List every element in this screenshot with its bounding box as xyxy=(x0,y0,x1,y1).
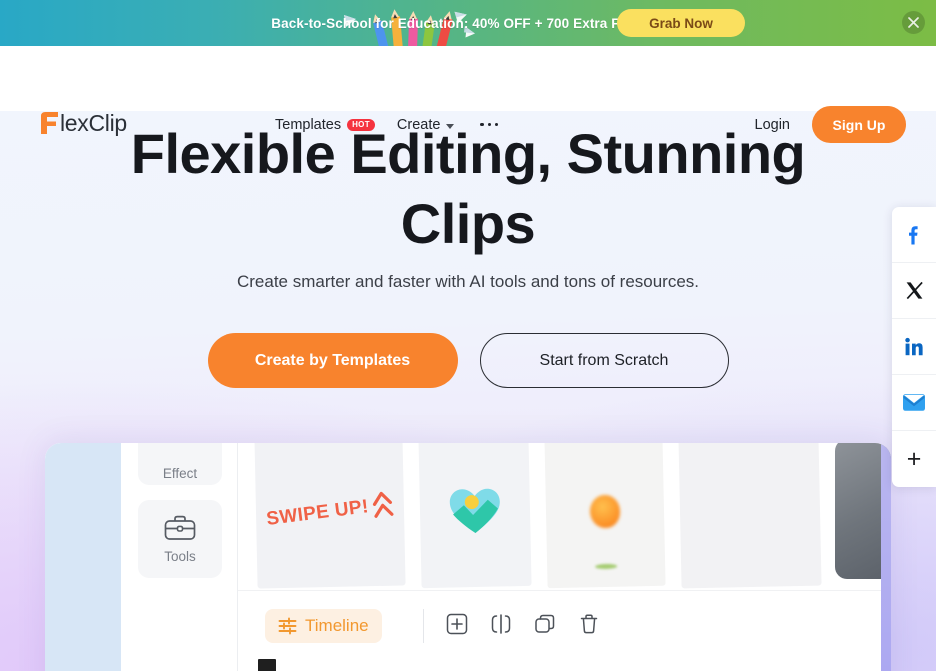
duplicate-clip-icon[interactable] xyxy=(534,613,556,635)
nav-item-templates-label: Templates xyxy=(275,116,342,133)
login-link[interactable]: Login xyxy=(755,92,790,157)
media-card[interactable] xyxy=(418,443,532,589)
timeline-divider xyxy=(423,609,424,643)
signup-button[interactable]: Sign Up xyxy=(812,106,906,143)
x-twitter-icon xyxy=(906,281,923,300)
hero-cta-group: Create by Templates Start from Scratch xyxy=(0,333,936,388)
hero-subtitle: Create smarter and faster with AI tools … xyxy=(236,272,700,291)
share-more-button[interactable]: + xyxy=(892,431,936,487)
timeline-tab[interactable]: Timeline xyxy=(265,609,382,643)
editor-sidebar: Effect Tools xyxy=(121,443,238,671)
linkedin-icon xyxy=(905,337,923,355)
heart-image-icon xyxy=(446,485,503,536)
product-screenshot: Effect Tools SWIPE UP! Timeline xyxy=(45,443,891,671)
double-chevron-up-icon xyxy=(372,491,394,518)
svg-text:lexClip: lexClip xyxy=(60,110,127,136)
share-email-button[interactable] xyxy=(892,375,936,431)
promo-banner-text: Back-to-School for Education: 40% OFF + … xyxy=(271,15,665,31)
close-banner-button[interactable] xyxy=(902,11,925,34)
grab-now-button[interactable]: Grab Now xyxy=(617,9,745,37)
swipe-up-graphic: SWIPE UP! xyxy=(264,486,395,536)
nav-item-create[interactable]: Create xyxy=(397,117,455,133)
swipe-up-text: SWIPE UP! xyxy=(265,495,370,530)
add-clip-icon[interactable] xyxy=(446,613,468,635)
site-header: lexClip Templates HOT Create Login Sign … xyxy=(0,46,936,143)
promo-banner: Back-to-School for Education: 40% OFF + … xyxy=(0,0,936,46)
sidebar-item-tools-label: Tools xyxy=(164,549,196,564)
briefcase-icon xyxy=(164,515,196,540)
media-card[interactable] xyxy=(678,443,822,589)
sidebar-item-tools[interactable]: Tools xyxy=(138,500,222,578)
chevron-down-icon xyxy=(446,123,455,129)
close-icon xyxy=(908,17,919,28)
create-by-templates-button[interactable]: Create by Templates xyxy=(207,333,458,388)
plus-icon: + xyxy=(906,444,922,473)
editor-canvas: SWIPE UP! Timeline xyxy=(238,443,891,671)
timeline-clip-block[interactable] xyxy=(258,659,276,671)
share-facebook-button[interactable] xyxy=(892,207,936,263)
share-x-button[interactable] xyxy=(892,263,936,319)
editor-rail-strip xyxy=(45,443,121,671)
ellipsis-icon xyxy=(480,122,485,127)
ellipsis-icon xyxy=(494,122,499,127)
nav-item-create-label: Create xyxy=(396,116,441,133)
facebook-icon xyxy=(909,225,918,244)
flexclip-logo[interactable]: lexClip xyxy=(38,106,134,140)
delete-clip-icon[interactable] xyxy=(578,613,600,635)
editor-right-edge xyxy=(881,443,891,671)
hot-badge: HOT xyxy=(347,118,375,131)
social-share-rail: + xyxy=(892,207,936,487)
media-card[interactable]: SWIPE UP! xyxy=(254,443,406,589)
sidebar-item-effect-label: Effect xyxy=(162,466,198,481)
page-root: Back-to-School for Education: 40% OFF + … xyxy=(0,0,936,671)
start-from-scratch-button[interactable]: Start from Scratch xyxy=(479,333,729,388)
hero-section: Flexible Editing, Stunning Clips Create … xyxy=(0,111,936,671)
nav-item-templates[interactable]: Templates HOT xyxy=(275,117,375,133)
green-blob-graphic xyxy=(595,563,618,570)
media-card[interactable] xyxy=(544,443,666,589)
share-linkedin-button[interactable] xyxy=(892,319,936,375)
editor-timeline-bar: Timeline xyxy=(238,590,891,671)
timeline-tab-label: Timeline xyxy=(305,616,369,635)
orange-blob-graphic xyxy=(589,494,621,528)
primary-nav: Templates HOT Create xyxy=(275,92,502,157)
timeline-tool-group xyxy=(446,613,600,635)
split-clip-icon[interactable] xyxy=(490,613,512,635)
sidebar-item-effect[interactable]: Effect xyxy=(138,443,222,485)
ellipsis-icon xyxy=(487,122,492,127)
timeline-icon xyxy=(278,617,297,635)
more-menu-button[interactable] xyxy=(476,115,502,135)
editor-media-strip: SWIPE UP! xyxy=(238,443,891,590)
flexclip-logo-icon: lexClip xyxy=(41,110,127,136)
email-icon xyxy=(903,394,925,411)
